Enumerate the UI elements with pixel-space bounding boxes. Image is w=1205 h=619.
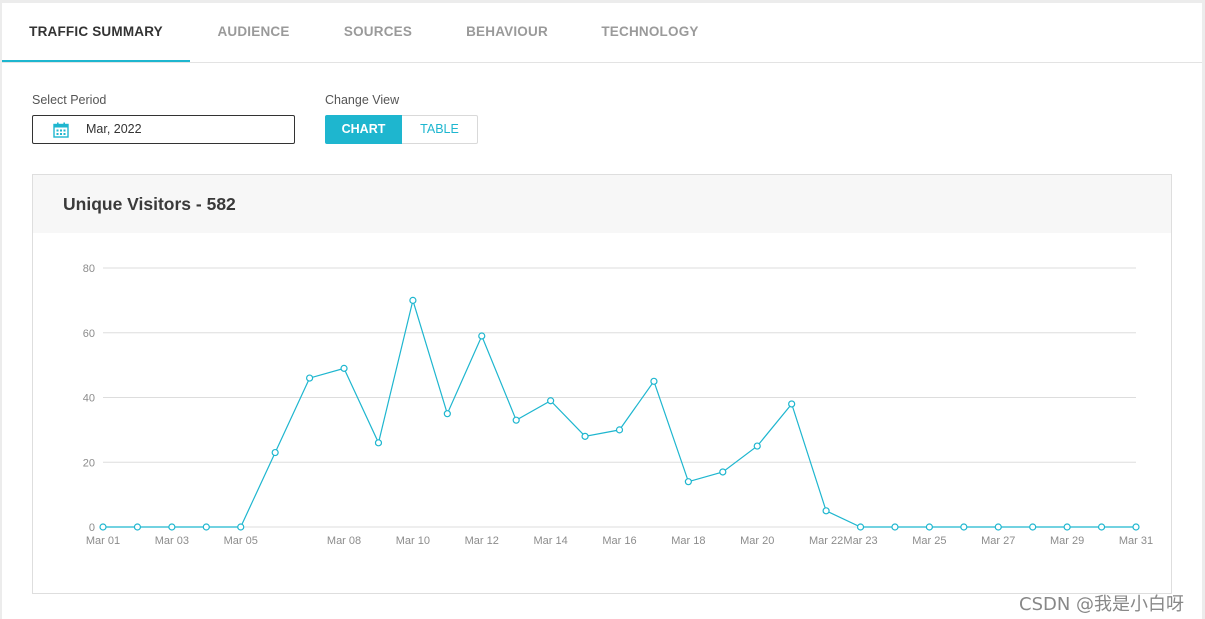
data-point [374, 439, 383, 447]
select-period-label: Select Period [32, 93, 107, 107]
tab-bar: TRAFFIC SUMMARY AUDIENCE SOURCES BEHAVIO… [2, 3, 1202, 63]
data-point [512, 416, 520, 424]
tab-sources[interactable]: SOURCES [317, 3, 439, 63]
calendar-icon [53, 122, 69, 138]
data-point [753, 442, 761, 450]
x-tick-label: Mar 31 [1119, 535, 1153, 547]
watermark: CSDN @我是小白呀 [1019, 594, 1185, 615]
card-header: Unique Visitors - 582 [33, 175, 1171, 233]
data-point [719, 468, 727, 476]
tab-audience[interactable]: AUDIENCE [190, 3, 317, 63]
x-tick-label: Mar 01 [86, 535, 120, 547]
data-point [960, 523, 968, 531]
y-tick-label: 80 [83, 263, 95, 275]
data-point [581, 432, 589, 440]
tab-traffic-summary[interactable]: TRAFFIC SUMMARY [2, 3, 190, 63]
x-tick-label: Mar 18 [671, 535, 705, 547]
x-tick-label: Mar 08 [327, 535, 361, 547]
card-title: Unique Visitors - 582 [63, 194, 236, 214]
x-tick-label: Mar 25 [912, 535, 946, 547]
change-view-label: Change View [325, 93, 400, 107]
active-tab-indicator [2, 60, 190, 62]
tab-behaviour[interactable]: BEHAVIOUR [439, 3, 575, 63]
y-tick-label: 40 [83, 393, 95, 405]
data-point [202, 523, 210, 531]
x-tick-label: Mar 10 [396, 535, 430, 547]
x-tick-label: Mar 23 [843, 535, 877, 547]
data-point [409, 296, 417, 304]
x-tick-label: Mar 20 [740, 535, 774, 547]
table-view-button[interactable]: TABLE [402, 115, 478, 144]
series-line [103, 298, 1136, 528]
data-point [856, 523, 865, 531]
data-point [133, 523, 142, 531]
data-point [1132, 523, 1140, 531]
y-tick-label: 60 [83, 328, 95, 340]
y-tick-label: 20 [83, 457, 95, 469]
x-tick-label: Mar 12 [465, 535, 499, 547]
x-tick-label: Mar 05 [224, 535, 258, 547]
chart-view-button[interactable]: CHART [325, 115, 402, 144]
y-tick-label: 0 [89, 522, 95, 534]
x-tick-label: Mar 14 [534, 535, 568, 547]
data-point [306, 374, 314, 382]
data-point [994, 523, 1002, 531]
x-tick-label: Mar 29 [1050, 535, 1084, 547]
unique-visitors-card: Unique Visitors - 582 0 20 40 60 80 Mar 01 Mar… [32, 174, 1172, 594]
data-point [99, 523, 107, 531]
data-point [1063, 523, 1071, 531]
data-point [168, 523, 176, 531]
data-point [237, 523, 245, 531]
unique-visitors-chart: 0 20 40 60 80 Mar 01 Mar 03 Mar 05 Mar 08 Mar 10 M… [83, 263, 1153, 547]
data-point [650, 377, 658, 385]
x-tick-label: Mar 03 [155, 535, 189, 547]
data-point [788, 400, 796, 408]
traffic-panel: TRAFFIC SUMMARY AUDIENCE SOURCES BEHAVIO… [2, 3, 1202, 619]
period-picker[interactable]: Mar, 2022 [32, 115, 295, 144]
x-tick-label: Mar 27 [981, 535, 1015, 547]
period-value: Mar, 2022 [86, 122, 142, 136]
x-tick-label: Mar 22 [809, 535, 843, 547]
data-point [547, 397, 555, 405]
data-point [925, 523, 934, 531]
data-point [271, 448, 279, 457]
data-point [443, 410, 451, 418]
data-point [684, 478, 692, 486]
data-point [1097, 523, 1106, 531]
data-point [478, 332, 486, 340]
tab-technology[interactable]: TECHNOLOGY [575, 3, 725, 63]
data-point [340, 364, 348, 372]
data-point [1029, 523, 1037, 531]
data-point [615, 426, 624, 434]
x-tick-label: Mar 16 [602, 535, 636, 547]
data-point [891, 523, 899, 531]
data-point [822, 507, 830, 515]
